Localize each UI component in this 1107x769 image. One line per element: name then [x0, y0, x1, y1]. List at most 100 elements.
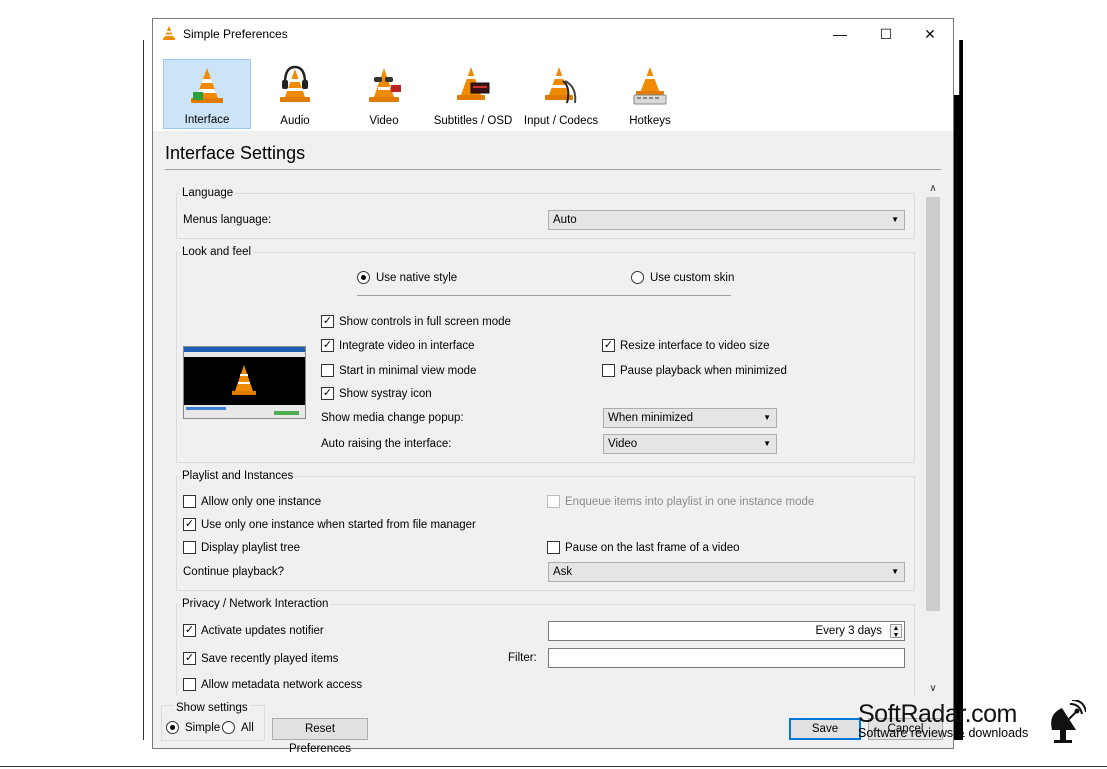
category-label: Hotkeys: [629, 115, 671, 127]
chevron-down-icon: ▼: [891, 215, 899, 224]
checkmark-icon: ✓: [183, 518, 196, 531]
interface-preview-image: [183, 346, 306, 419]
watermark-brand: SoftRadar.com: [858, 700, 1017, 728]
media-popup-label: Show media change popup:: [321, 412, 464, 424]
minimal-view-label: Start in minimal view mode: [339, 364, 477, 377]
chevron-down-icon: ▼: [891, 567, 899, 576]
close-button[interactable]: ✕: [907, 19, 953, 49]
vlc-cone-cables-icon: [545, 67, 577, 104]
one-instance-checkbox[interactable]: Allow only one instance: [183, 495, 321, 508]
heading-divider: [165, 169, 941, 170]
softradar-watermark: SoftRadar.com Software reviews & downloa…: [858, 700, 1028, 740]
category-label: Subtitles / OSD: [433, 115, 513, 127]
maximize-button[interactable]: ☐: [863, 19, 909, 49]
category-input-codecs[interactable]: Input / Codecs: [517, 59, 605, 129]
custom-skin-label: Use custom skin: [650, 271, 735, 284]
window-title: Simple Preferences: [183, 27, 288, 41]
category-hotkeys[interactable]: Hotkeys: [606, 59, 694, 129]
category-label: Audio: [280, 115, 310, 127]
continue-playback-select[interactable]: Ask ▼: [548, 562, 905, 582]
category-subtitles-osd[interactable]: Subtitles / OSD: [429, 59, 517, 129]
pause-minimized-checkbox[interactable]: Pause playback when minimized: [602, 364, 787, 377]
vlc-cone-icon: [232, 365, 256, 395]
checkmark-icon: ✓: [602, 339, 615, 352]
checkmark-icon: ✓: [183, 652, 196, 665]
enqueue-label: Enqueue items into playlist in one insta…: [565, 495, 815, 508]
simple-settings-radio[interactable]: Simple: [166, 721, 220, 734]
playlist-tree-label: Display playlist tree: [201, 541, 301, 554]
category-interface[interactable]: Interface: [163, 59, 251, 129]
updates-notifier-label: Activate updates notifier: [201, 624, 324, 637]
title-bar[interactable]: Simple Preferences — ☐ ✕: [153, 19, 953, 49]
spin-arrows-icon[interactable]: ▲ ▼: [890, 624, 902, 639]
file-manager-instance-label: Use only one instance when started from …: [201, 518, 476, 531]
look-and-feel-title: Look and feel: [180, 246, 254, 258]
systray-label: Show systray icon: [339, 387, 432, 400]
vertical-scrollbar[interactable]: ∧ ∨: [925, 181, 941, 697]
integrate-video-label: Integrate video in interface: [339, 339, 475, 352]
filter-input[interactable]: [548, 648, 905, 668]
minimal-view-checkbox[interactable]: Start in minimal view mode: [321, 364, 476, 377]
simple-settings-label: Simple: [185, 721, 221, 734]
fullscreen-controls-checkbox[interactable]: ✓ Show controls in full screen mode: [321, 315, 511, 328]
checkmark-icon: ✓: [183, 624, 196, 637]
category-audio[interactable]: Audio: [251, 59, 339, 129]
playlist-tree-checkbox[interactable]: Display playlist tree: [183, 541, 300, 554]
close-icon: ✕: [924, 25, 936, 42]
all-settings-label: All: [241, 721, 254, 734]
scrollbar-thumb[interactable]: [926, 197, 940, 611]
all-settings-radio[interactable]: All: [222, 721, 254, 734]
continue-playback-label: Continue playback?: [183, 566, 285, 578]
integrate-video-checkbox[interactable]: ✓ Integrate video in interface: [321, 339, 475, 352]
media-popup-select[interactable]: When minimized ▼: [603, 408, 777, 428]
fullscreen-controls-label: Show controls in full screen mode: [339, 315, 511, 328]
resize-interface-checkbox[interactable]: ✓ Resize interface to video size: [602, 339, 770, 352]
chevron-down-icon: ▼: [763, 439, 771, 448]
privacy-group-title: Privacy / Network Interaction: [180, 598, 331, 610]
pause-last-frame-checkbox[interactable]: Pause on the last frame of a video: [547, 541, 740, 554]
updates-notifier-checkbox[interactable]: ✓ Activate updates notifier: [183, 624, 324, 637]
checkmark-icon: ✓: [321, 339, 334, 352]
file-manager-instance-checkbox[interactable]: ✓ Use only one instance when started fro…: [183, 518, 476, 531]
metadata-access-label: Allow metadata network access: [201, 678, 363, 691]
filter-label: Filter:: [508, 652, 537, 664]
custom-skin-radio[interactable]: Use custom skin: [631, 271, 734, 284]
scroll-up-icon[interactable]: ∧: [925, 181, 941, 197]
one-instance-label: Allow only one instance: [201, 495, 322, 508]
save-recent-checkbox[interactable]: ✓ Save recently played items: [183, 652, 338, 665]
vlc-cone-subtitles-icon: [457, 67, 490, 100]
auto-raise-select[interactable]: Video ▼: [603, 434, 777, 454]
page-title: Interface Settings: [165, 143, 306, 163]
category-video[interactable]: Video: [340, 59, 428, 129]
radio-icon: [166, 721, 179, 734]
style-divider: [357, 295, 731, 296]
reset-preferences-button[interactable]: Reset Preferences: [272, 718, 368, 755]
menus-language-select[interactable]: Auto ▼: [548, 210, 905, 230]
update-interval-value: Every 3 days: [815, 625, 882, 637]
background-window-edge-right: [953, 40, 963, 740]
systray-checkbox[interactable]: ✓ Show systray icon: [321, 387, 432, 400]
update-interval-spinbox[interactable]: Every 3 days ▲ ▼: [548, 621, 905, 641]
vlc-cone-sunglasses-icon: [369, 68, 401, 102]
auto-raise-label: Auto raising the interface:: [321, 438, 452, 450]
enqueue-checkbox[interactable]: Enqueue items into playlist in one insta…: [547, 495, 814, 508]
resize-interface-label: Resize interface to video size: [620, 339, 770, 352]
vlc-app-icon: [163, 26, 175, 40]
vlc-cone-keyboard-icon: [633, 67, 667, 105]
radio-icon: [222, 721, 235, 734]
vlc-cone-interface-icon: [191, 68, 223, 103]
media-popup-value: When minimized: [608, 412, 693, 424]
native-style-label: Use native style: [376, 271, 458, 284]
native-style-radio[interactable]: Use native style: [357, 271, 457, 284]
minimize-icon: —: [833, 26, 847, 42]
checkmark-icon: ✓: [321, 315, 334, 328]
category-label: Input / Codecs: [523, 115, 599, 127]
checkmark-icon: ✓: [321, 387, 334, 400]
save-button[interactable]: Save: [789, 718, 861, 740]
metadata-access-checkbox[interactable]: Allow metadata network access: [183, 678, 362, 691]
category-label: Interface: [184, 114, 230, 126]
save-recent-label: Save recently played items: [201, 652, 339, 665]
minimize-button[interactable]: —: [817, 19, 863, 49]
category-bar: Interface Audio Video Subtitles / OSD In…: [153, 49, 953, 131]
scroll-down-icon[interactable]: ∨: [925, 681, 941, 697]
